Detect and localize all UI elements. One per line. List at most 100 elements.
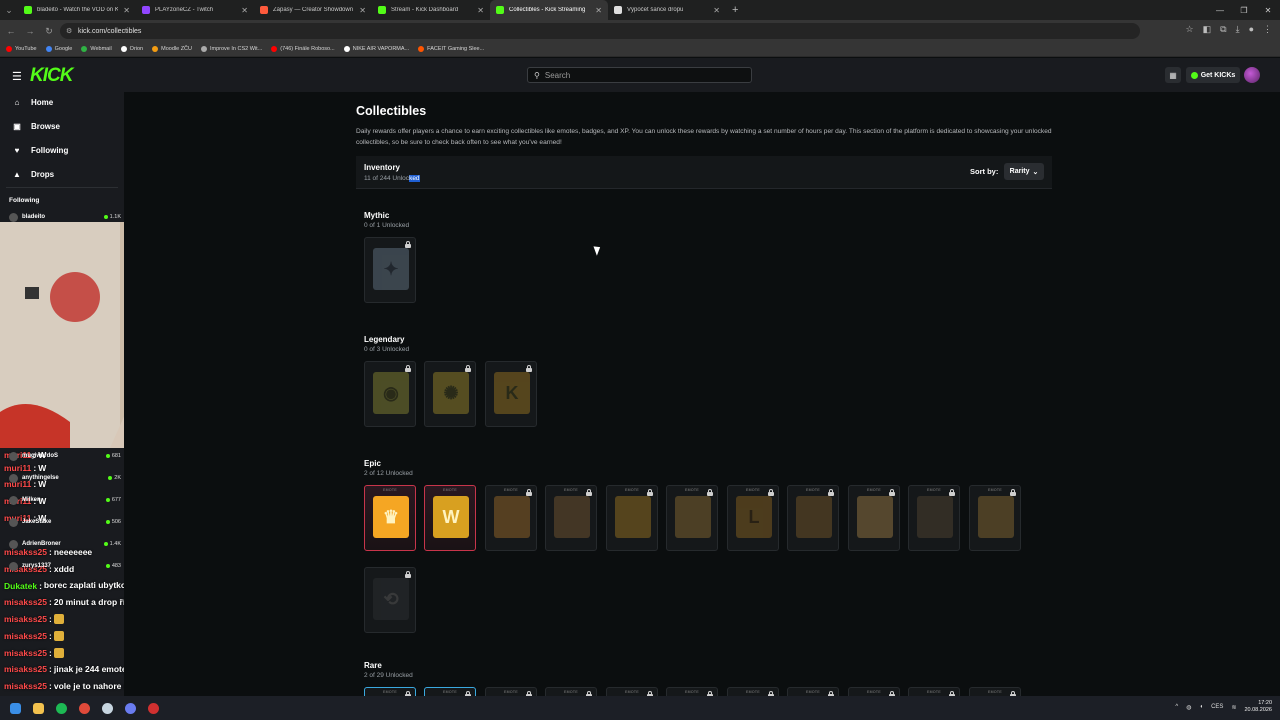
search-input[interactable]: ⚲ Search (527, 67, 752, 83)
profile-icon[interactable]: ● (1249, 24, 1254, 35)
browser-tab[interactable]: PLAYzoneCZ - Twitch ✕ (136, 0, 254, 20)
language-indicator[interactable]: CES (1211, 704, 1223, 710)
collectible-card[interactable]: EMOTE (848, 485, 900, 551)
bookmark-item[interactable]: FACEIT Gaming Slee... (418, 46, 484, 52)
minimize-icon[interactable]: — (1208, 0, 1232, 20)
close-window-icon[interactable]: ✕ (1256, 0, 1280, 20)
chat-username[interactable]: misakss25 (4, 631, 47, 641)
sidebar-item-home[interactable]: ⌂ Home (12, 98, 54, 107)
app-icon[interactable] (148, 702, 159, 714)
user-avatar[interactable] (1244, 67, 1260, 83)
collectible-card[interactable]: EMOTE (969, 687, 1021, 696)
collectible-card[interactable]: EMOTE (666, 687, 718, 696)
hamburger-menu-icon[interactable]: ☰ (12, 70, 22, 83)
collectible-card[interactable]: EMOTE (606, 687, 658, 696)
following-channel[interactable]: anythingelse 2K (9, 471, 121, 485)
bookmark-item[interactable]: NIKE AIR VAPORMA... (343, 46, 409, 52)
spotify-icon[interactable] (56, 702, 67, 714)
extensions-puzzle-icon[interactable]: ⧉ (1220, 24, 1226, 35)
chat-username[interactable]: Dukatek (4, 581, 37, 591)
bookmark-item[interactable]: (746) Finále Robosо... (271, 46, 335, 52)
clock[interactable]: 17:20 20.08.2026 (1244, 700, 1272, 714)
bookmark-item[interactable]: Moodle ZČU (152, 46, 192, 52)
chat-username[interactable]: misakss25 (4, 664, 47, 674)
collectible-card[interactable]: EMOTE (545, 485, 597, 551)
network-icon[interactable]: ◍ (1186, 704, 1191, 711)
extension-icon[interactable]: ◧ (1203, 24, 1212, 35)
collectible-card[interactable]: EMOTE (666, 485, 718, 551)
chat-username[interactable]: misakss25 (4, 597, 47, 607)
tab-close-icon[interactable]: ✕ (359, 6, 366, 15)
collectible-card[interactable]: ✺ (424, 361, 476, 427)
browser-tab[interactable]: bladeito - Watch the VOD on K ✕ (18, 0, 136, 20)
kick-logo[interactable]: KICK (30, 65, 73, 87)
collectible-card[interactable]: EMOTE (848, 687, 900, 696)
bookmark-item[interactable]: Webmail (81, 46, 112, 52)
collectible-card[interactable]: EMOTE W (424, 485, 476, 551)
tab-close-icon[interactable]: ✕ (595, 6, 602, 15)
collectible-card[interactable]: EMOTE ♛ (364, 485, 416, 551)
sidebar-item-drops[interactable]: ▲ Drops (12, 170, 54, 179)
browser-tab[interactable]: Zápasy — Creator Showdown ✕ (254, 0, 372, 20)
file-explorer-icon[interactable] (33, 702, 44, 714)
collectible-card[interactable]: EMOTE (485, 485, 537, 551)
collectible-card[interactable]: EMOTE (545, 687, 597, 696)
windows-start-icon[interactable] (10, 702, 21, 714)
discord-icon[interactable] (125, 702, 136, 714)
tab-close-icon[interactable]: ✕ (241, 6, 248, 15)
collectible-card[interactable]: EMOTE (787, 485, 839, 551)
forward-icon[interactable]: → (25, 26, 35, 36)
collectible-card[interactable]: EMOTE (485, 687, 537, 696)
new-tab-icon[interactable]: + (732, 4, 738, 16)
maximize-icon[interactable]: ❐ (1232, 0, 1256, 20)
sidebar-item-browse[interactable]: ▣ Browse (12, 122, 60, 131)
wifi-icon[interactable]: ≋ (1231, 704, 1236, 711)
collectible-card[interactable]: EMOTE (424, 687, 476, 696)
tab-close-icon[interactable]: ✕ (477, 6, 484, 15)
following-channel[interactable]: mugiwardoS 681 (9, 449, 121, 463)
collectible-card[interactable]: EMOTE (908, 485, 960, 551)
browser-tab[interactable]: Výpočet šance dropu ✕ (608, 0, 726, 20)
sort-rarity-select[interactable]: Rarity ⌄ (1004, 163, 1044, 180)
collectible-card[interactable]: ◉ (364, 361, 416, 427)
collectible-card[interactable]: EMOTE L (727, 485, 779, 551)
collectible-card[interactable]: K (485, 361, 537, 427)
following-channel[interactable]: zurys1337 483 (9, 559, 121, 573)
steam-icon[interactable] (102, 702, 113, 714)
site-info-icon[interactable]: ⚙ (66, 27, 72, 35)
tab-search-icon[interactable]: ⌄ (4, 5, 14, 16)
collectible-card[interactable]: EMOTE (364, 687, 416, 696)
bookmark-item[interactable]: Orion (120, 46, 143, 52)
tab-close-icon[interactable]: ✕ (123, 6, 130, 15)
following-channel[interactable]: Milken 677 (9, 493, 121, 507)
tray-chevron-icon[interactable]: ^ (1175, 704, 1178, 710)
chrome-icon[interactable] (79, 702, 90, 714)
download-icon[interactable]: ⤓ (1236, 24, 1240, 35)
browser-tab[interactable]: Collectibles - Kick Streaming ✕ (490, 0, 608, 20)
bookmark-item[interactable]: Google (45, 46, 72, 52)
sidebar-item-following[interactable]: ♥ Following (12, 146, 69, 155)
layout-icon[interactable]: ▦ (1165, 67, 1181, 83)
tab-close-icon[interactable]: ✕ (713, 6, 720, 15)
collectible-card[interactable]: ⟲ (364, 567, 416, 633)
collectible-card[interactable]: EMOTE (727, 687, 779, 696)
chat-username[interactable]: misakss25 (4, 648, 47, 658)
collectible-card[interactable]: EMOTE (606, 485, 658, 551)
get-kicks-button[interactable]: Get KICKs (1186, 67, 1240, 83)
following-channel[interactable]: JakeStake 506 (9, 515, 121, 529)
browser-tab[interactable]: Stream - Kick Dashboard ✕ (372, 0, 490, 20)
following-channel[interactable]: bladeito 1.1K (9, 210, 121, 224)
collectible-card[interactable]: EMOTE (969, 485, 1021, 551)
collectible-card[interactable]: EMOTE (787, 687, 839, 696)
back-icon[interactable]: ← (6, 26, 16, 36)
bookmark-item[interactable]: Improve In CS2 Wit... (201, 46, 262, 52)
bookmark-star-icon[interactable]: ☆ (1186, 24, 1194, 35)
menu-dots-icon[interactable]: ⋮ (1263, 24, 1272, 35)
url-field[interactable]: ⚙ kick.com/collectibles (60, 23, 1140, 39)
chat-username[interactable]: misakss25 (4, 614, 47, 624)
bookmark-item[interactable]: YouTube (6, 46, 37, 52)
following-channel[interactable]: AdrienBroner 1.4K (9, 537, 121, 551)
volume-icon[interactable]: ◖ (1199, 704, 1203, 710)
collectible-card[interactable]: ✦ (364, 237, 416, 303)
reload-icon[interactable]: ↻ (44, 26, 54, 37)
